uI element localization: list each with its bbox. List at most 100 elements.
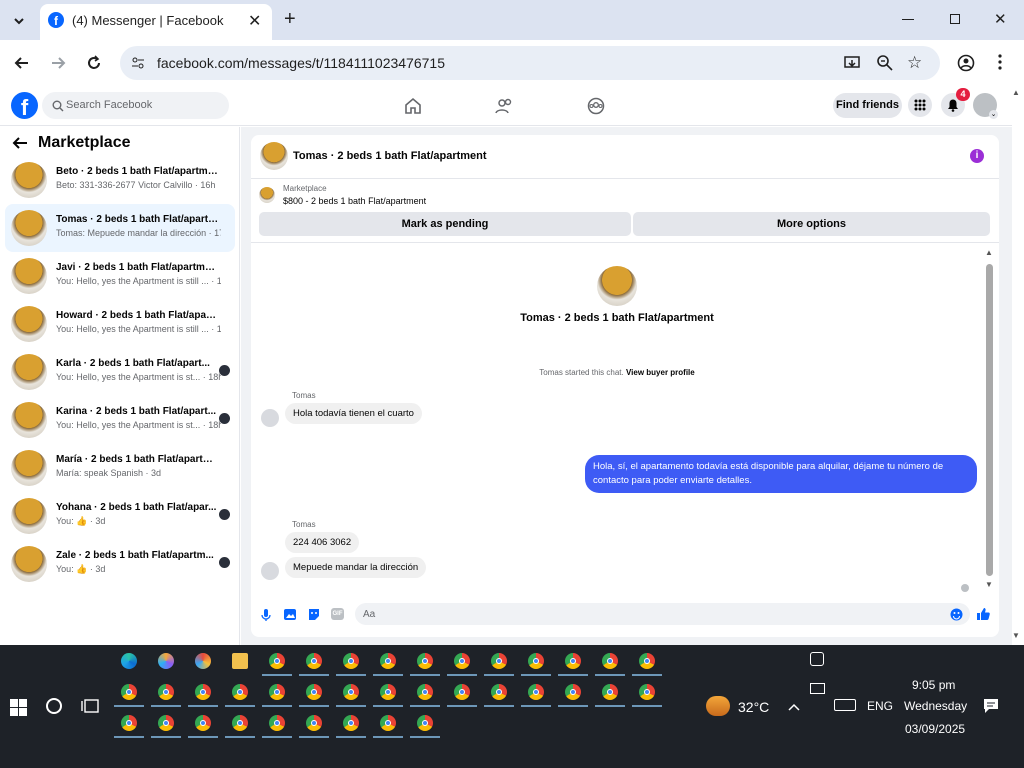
sender-avatar[interactable] (261, 562, 279, 580)
start-button[interactable] (10, 699, 27, 721)
site-info-icon[interactable] (130, 55, 146, 76)
chrome-app-icon[interactable] (565, 684, 581, 700)
back-arrow-icon[interactable] (12, 136, 28, 155)
chrome-app-icon[interactable] (343, 684, 359, 700)
sticker-icon[interactable] (307, 608, 321, 626)
chrome-app-icon[interactable] (565, 653, 581, 669)
clock-day[interactable]: Wednesday (904, 699, 967, 713)
search-circle-icon[interactable] (46, 698, 62, 714)
sender-avatar[interactable] (261, 409, 279, 427)
conversation-item[interactable]: Tomas · 2 beds 1 bath Flat/apartm... Toma… (5, 204, 235, 252)
keyboard-icon[interactable] (834, 699, 856, 711)
chrome-app-icon[interactable] (195, 715, 211, 731)
page-scrollbar[interactable] (1012, 86, 1024, 645)
chrome-app-icon[interactable] (454, 684, 470, 700)
like-thumb-icon[interactable] (976, 607, 990, 626)
chrome-app-icon[interactable] (380, 684, 396, 700)
chrome-app-icon[interactable] (306, 653, 322, 669)
url-text[interactable]: facebook.com/messages/t/1184111023476715 (157, 55, 445, 71)
chrome-app-icon[interactable] (158, 715, 174, 731)
listing-thumbnail[interactable] (259, 187, 275, 203)
chrome-app-icon[interactable] (343, 653, 359, 669)
chrome-app-icon[interactable] (602, 684, 618, 700)
paint-app-icon[interactable] (195, 653, 211, 669)
chrome-app-icon[interactable] (121, 684, 137, 700)
install-app-icon[interactable] (843, 54, 861, 77)
chrome-app-icon[interactable] (269, 684, 285, 700)
copilot-app-icon[interactable] (158, 653, 174, 669)
tray-chevron-up-icon[interactable] (787, 699, 801, 717)
chrome-app-icon[interactable] (306, 715, 322, 731)
chat-listing-avatar[interactable] (260, 142, 288, 170)
page-scroll-up-icon[interactable]: ▲ (1012, 88, 1020, 97)
close-window-button[interactable]: ✕ (994, 10, 1007, 28)
facebook-logo-icon[interactable]: f (11, 92, 38, 120)
chrome-app-icon[interactable] (528, 684, 544, 700)
chat-scroll-up-icon[interactable]: ▲ (985, 248, 993, 257)
chrome-app-icon[interactable] (195, 684, 211, 700)
info-icon[interactable]: i (970, 149, 984, 163)
chrome-app-icon[interactable] (491, 684, 507, 700)
incoming-message[interactable]: Mepuede mandar la dirección (285, 557, 427, 578)
outgoing-message[interactable]: Hola, sí, el apartamento todavía está di… (585, 455, 977, 493)
minimize-button[interactable] (902, 19, 914, 20)
forward-button[interactable] (49, 54, 67, 77)
gif-icon[interactable]: GIF (331, 608, 344, 620)
chrome-app-icon[interactable] (380, 715, 396, 731)
conversation-item[interactable]: Howard · 2 beds 1 bath Flat/apart... You:… (5, 300, 235, 348)
profile-icon[interactable] (957, 54, 975, 77)
photo-icon[interactable] (283, 608, 297, 626)
input-language[interactable]: ENG (867, 699, 893, 713)
message-input[interactable] (355, 603, 970, 625)
chat-title[interactable]: Tomas · 2 beds 1 bath Flat/apartment (293, 150, 487, 162)
clock-time[interactable]: 9:05 pm (912, 678, 955, 692)
conversation-item[interactable]: Yohana · 2 beds 1 bath Flat/apar... You: … (5, 492, 235, 540)
weather-temperature[interactable]: 32°C (738, 699, 769, 715)
menu-grid-button[interactable] (908, 93, 932, 117)
tab-search-button[interactable] (8, 10, 30, 32)
conversation-item[interactable]: María · 2 beds 1 bath Flat/apartment Marí… (5, 444, 235, 492)
edge-app-icon[interactable] (121, 653, 137, 669)
notification-center-icon[interactable] (983, 698, 999, 719)
chrome-app-icon[interactable] (491, 653, 507, 669)
chrome-app-icon[interactable] (232, 715, 248, 731)
chrome-app-icon[interactable] (269, 715, 285, 731)
reload-button[interactable] (85, 54, 103, 77)
meet-now-icon[interactable] (810, 652, 824, 666)
new-tab-button[interactable]: + (284, 8, 296, 31)
chat-scroll-thumb[interactable] (986, 264, 993, 576)
browser-menu-icon[interactable] (995, 53, 1005, 76)
chrome-app-icon[interactable] (417, 653, 433, 669)
incoming-message[interactable]: Hola todavía tienen el cuarto (285, 403, 422, 424)
chrome-app-icon[interactable] (306, 684, 322, 700)
home-nav-icon[interactable] (404, 97, 422, 120)
account-chevron-icon[interactable]: ⌄ (989, 110, 998, 119)
conversation-item[interactable]: Karla · 2 beds 1 bath Flat/apart... You: … (5, 348, 235, 396)
chrome-app-icon[interactable] (417, 715, 433, 731)
chrome-app-icon[interactable] (639, 653, 655, 669)
back-button[interactable] (13, 54, 31, 77)
listing-price[interactable]: $800 - 2 beds 1 bath Flat/apartment (283, 196, 426, 206)
task-view-icon[interactable] (81, 698, 99, 719)
conversation-item[interactable]: Beto · 2 beds 1 bath Flat/apartment Beto:… (5, 156, 235, 204)
chrome-app-icon[interactable] (417, 684, 433, 700)
mark-as-pending-button[interactable]: Mark as pending (259, 212, 631, 236)
more-options-button[interactable]: More options (633, 212, 990, 236)
chrome-app-icon[interactable] (380, 653, 396, 669)
chrome-app-icon[interactable] (269, 653, 285, 669)
conversation-item[interactable]: Karina · 2 beds 1 bath Flat/apart... You:… (5, 396, 235, 444)
bookmark-star-icon[interactable]: ☆ (907, 53, 922, 73)
find-friends-button[interactable]: Find friends (833, 93, 902, 118)
zoom-icon[interactable] (876, 54, 894, 77)
chrome-app-icon[interactable] (454, 653, 470, 669)
incoming-message[interactable]: 224 406 3062 (285, 532, 360, 553)
view-buyer-profile-link[interactable]: View buyer profile (626, 368, 695, 377)
chrome-app-icon[interactable] (232, 684, 248, 700)
friends-nav-icon[interactable] (495, 97, 513, 120)
network-icon[interactable] (810, 683, 825, 694)
page-scroll-down-icon[interactable]: ▼ (1012, 631, 1020, 640)
tab-close-icon[interactable]: ✕ (248, 11, 261, 31)
weather-icon[interactable] (706, 696, 730, 716)
chrome-app-icon[interactable] (121, 715, 137, 731)
file-explorer-icon[interactable] (232, 653, 248, 669)
